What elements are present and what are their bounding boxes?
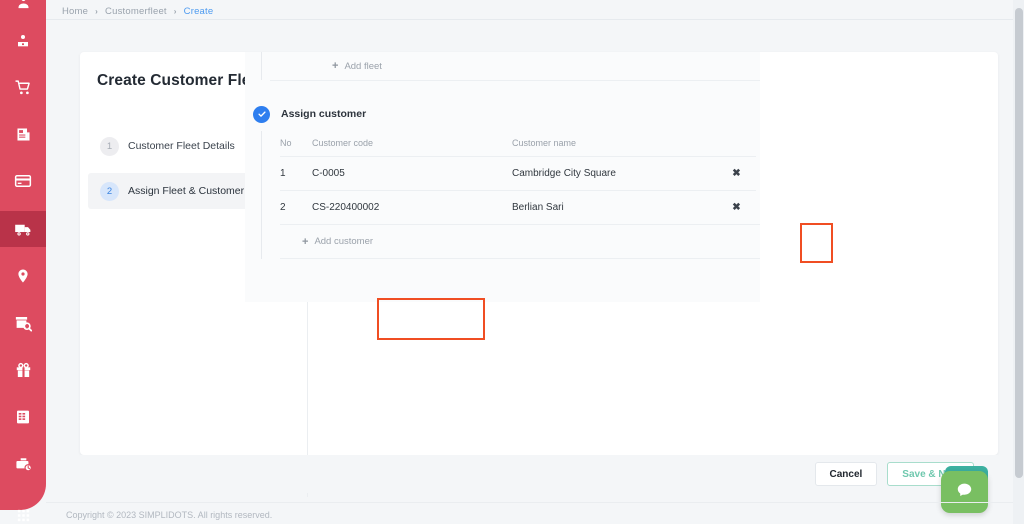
store-search-icon (14, 314, 32, 332)
sidebar-item-location[interactable] (0, 259, 46, 293)
add-fleet-label: Add fleet (344, 60, 382, 72)
app-root: Home › Customerfleet › Create Create Cus… (0, 0, 1024, 524)
cell-actions: ✖ (717, 156, 756, 191)
assign-customer-title: Assign customer (281, 108, 367, 120)
step-label: Customer Fleet Details (128, 140, 235, 152)
action-bar: Cancel Save & New (80, 455, 998, 493)
column-header-customer-code: Customer code (312, 138, 374, 148)
page-scrollbar-track[interactable] (1013, 0, 1024, 524)
sidebar-item-tasks[interactable] (0, 447, 46, 481)
page-scrollbar-thumb[interactable] (1015, 8, 1023, 478)
column-header-customer-name: Customer name (512, 138, 577, 148)
sidebar-item-cart[interactable] (0, 70, 46, 104)
add-customer-button[interactable]: + Add customer (280, 225, 760, 258)
column-header-actions (717, 131, 756, 157)
sidebar-item-store-search[interactable] (0, 306, 46, 340)
add-fleet-button[interactable]: + Add fleet (262, 52, 760, 80)
table-header-row: No Customer code Customer name (280, 131, 756, 157)
column-header-no: No (280, 138, 292, 148)
sidebar-item-fleet[interactable] (0, 211, 46, 247)
breadcrumb-item-home[interactable]: Home (62, 6, 88, 17)
sidebar-item-promo[interactable] (0, 353, 46, 387)
delete-row-button[interactable]: ✖ (732, 203, 740, 213)
step-label: Assign Fleet & Customer (128, 185, 245, 197)
form-panel-content: + Add fleet Assign customer No Customer … (245, 52, 760, 259)
chevron-right-icon: › (173, 6, 177, 16)
map-pin-icon (15, 268, 31, 284)
form-scroll-panel[interactable]: + Add fleet Assign customer No Customer … (245, 52, 760, 302)
page-title: Create Customer Fleet (97, 72, 265, 89)
gift-box-icon (15, 362, 32, 379)
cell-no: 2 (280, 190, 312, 224)
cell-customer-code: C-0005 (312, 156, 512, 191)
sidebar-item-report[interactable] (0, 400, 46, 434)
chat-bubble-icon (955, 480, 974, 504)
add-customer-label: Add customer (314, 236, 374, 247)
assign-customer-section-body: No Customer code Customer name 1 C-0005 … (261, 131, 760, 259)
table-row: 1 C-0005 Cambridge City Square ✖ (280, 156, 756, 191)
apps-grid-icon (16, 508, 31, 523)
sidebar-item-invoice[interactable] (0, 117, 46, 151)
cell-customer-name: Cambridge City Square (512, 156, 717, 191)
assign-customer-section-header: Assign customer (245, 97, 760, 131)
delete-row-button[interactable]: ✖ (732, 169, 740, 179)
table-row: 2 CS-220400002 Berlian Sari ✖ (280, 190, 756, 224)
step-number: 2 (100, 181, 119, 201)
user-profile-icon (15, 33, 31, 49)
breadcrumb-item-customerfleet[interactable]: Customerfleet (105, 6, 167, 17)
footer-divider (46, 502, 1014, 503)
primary-sidebar (0, 0, 46, 521)
sidebar-item-user-profile[interactable] (0, 0, 46, 12)
step-number: 1 (100, 136, 119, 156)
sidebar-item-user[interactable] (0, 24, 46, 58)
copyright-text: Copyright © 2023 SIMPLIDOTS. All rights … (66, 510, 273, 520)
user-profile-icon (16, 0, 31, 10)
cell-customer-code: CS-220400002 (312, 190, 512, 224)
plus-icon: + (332, 60, 339, 72)
topbar-divider (46, 19, 1014, 20)
invoice-document-icon (15, 126, 32, 143)
cancel-button[interactable]: Cancel (814, 462, 878, 486)
plus-icon: + (302, 235, 309, 248)
sidebar-item-payment[interactable] (0, 164, 46, 198)
shopping-cart-icon (14, 79, 32, 96)
cell-actions: ✖ (717, 190, 756, 224)
check-circle-icon (253, 105, 270, 123)
credit-card-icon (14, 172, 32, 190)
breadcrumb-item-create[interactable]: Create (184, 6, 214, 17)
sidebar-item-apps[interactable] (0, 498, 46, 524)
cell-customer-name: Berlian Sari (512, 190, 717, 224)
delivery-truck-icon (14, 220, 33, 239)
chevron-right-icon: › (95, 6, 99, 16)
spreadsheet-grid-icon (15, 409, 31, 425)
chat-widget-button[interactable] (941, 471, 988, 513)
cell-no: 1 (280, 156, 312, 191)
breadcrumb: Home › Customerfleet › Create (62, 3, 213, 19)
customer-table: No Customer code Customer name 1 C-0005 … (280, 131, 756, 224)
briefcase-clock-icon (15, 456, 32, 473)
section-end-divider (280, 258, 760, 259)
